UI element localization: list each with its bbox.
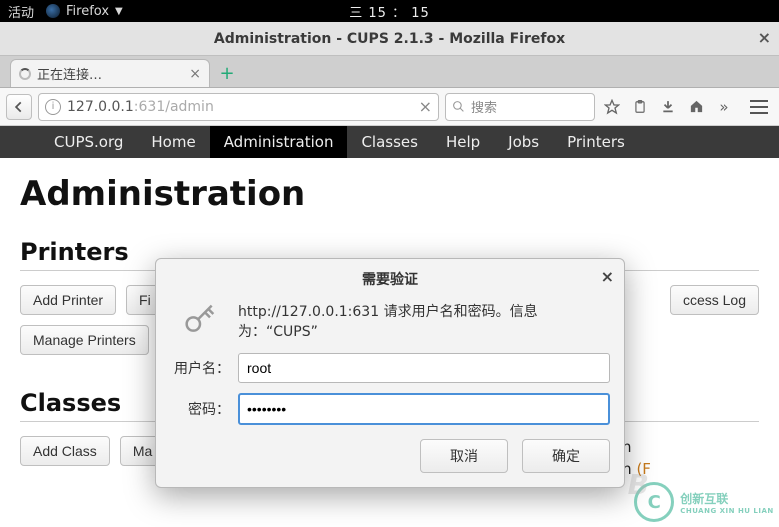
- active-app-name: Firefox: [66, 4, 109, 19]
- bookmark-star-button[interactable]: [601, 96, 623, 118]
- site-info-icon[interactable]: i: [45, 99, 61, 115]
- url-text: 127.0.0.1:631/admin: [67, 99, 214, 115]
- dialog-message: http://127.0.0.1:631 请求用户名和密码。信息为：“CUPS”: [238, 301, 610, 341]
- access-log-button[interactable]: ccess Log: [670, 285, 759, 315]
- nav-cups-org[interactable]: CUPS.org: [40, 126, 137, 158]
- star-icon: [604, 99, 620, 115]
- download-icon: [661, 100, 675, 114]
- dialog-ok-button[interactable]: 确定: [522, 439, 610, 473]
- home-button[interactable]: [685, 96, 707, 118]
- activities-button[interactable]: 活动: [8, 2, 34, 21]
- dialog-titlebar: 需要验证 ×: [156, 259, 624, 295]
- firefox-icon: [46, 4, 60, 18]
- gnome-top-bar: 活动 Firefox ▼ 三 15 ： 15: [0, 0, 779, 22]
- url-bar[interactable]: i 127.0.0.1:631/admin ×: [38, 93, 439, 121]
- nav-administration[interactable]: Administration: [210, 126, 348, 158]
- chevron-down-icon: ▼: [115, 6, 123, 17]
- window-close-button[interactable]: ×: [758, 28, 771, 47]
- window-titlebar: Administration - CUPS 2.1.3 - Mozilla Fi…: [0, 22, 779, 56]
- library-button[interactable]: [629, 96, 651, 118]
- tab-strip: 正在连接… × +: [0, 56, 779, 88]
- nav-classes[interactable]: Classes: [347, 126, 432, 158]
- password-label: 密码：: [188, 399, 230, 419]
- tab-close-button[interactable]: ×: [189, 66, 201, 82]
- navigation-toolbar: i 127.0.0.1:631/admin × 搜索 »: [0, 88, 779, 126]
- dialog-cancel-button[interactable]: 取消: [420, 439, 508, 473]
- dialog-button-row: 取消 确定: [156, 425, 624, 473]
- add-printer-button[interactable]: Add Printer: [20, 285, 116, 315]
- search-bar[interactable]: 搜索: [445, 93, 595, 121]
- clock[interactable]: 三 15 ： 15: [349, 2, 429, 21]
- manage-printers-button[interactable]: Manage Printers: [20, 325, 149, 355]
- nav-jobs[interactable]: Jobs: [494, 126, 553, 158]
- username-label: 用户名：: [174, 358, 230, 378]
- arrow-left-icon: [12, 100, 26, 114]
- active-app-indicator[interactable]: Firefox ▼: [46, 4, 123, 19]
- search-icon: [452, 100, 465, 113]
- chevron-double-right-icon: »: [719, 98, 728, 116]
- home-icon: [689, 99, 704, 114]
- nav-home[interactable]: Home: [137, 126, 209, 158]
- password-input[interactable]: [238, 393, 610, 425]
- nav-printers[interactable]: Printers: [553, 126, 639, 158]
- search-placeholder: 搜索: [471, 97, 497, 116]
- username-input[interactable]: [238, 353, 610, 383]
- nav-help[interactable]: Help: [432, 126, 494, 158]
- overflow-button[interactable]: »: [713, 96, 735, 118]
- window-title: Administration - CUPS 2.1.3 - Mozilla Fi…: [214, 31, 565, 47]
- browser-tab[interactable]: 正在连接… ×: [10, 59, 210, 87]
- loading-spinner-icon: [19, 68, 31, 80]
- back-button[interactable]: [6, 94, 32, 120]
- downloads-button[interactable]: [657, 96, 679, 118]
- cups-nav-bar: CUPS.org Home Administration Classes Hel…: [0, 126, 779, 158]
- add-class-button[interactable]: Add Class: [20, 436, 110, 466]
- auth-dialog: 需要验证 × http://127.0.0.1:631 请求用户名和密码。信息为…: [155, 258, 625, 488]
- dialog-close-button[interactable]: ×: [601, 267, 614, 286]
- tab-label: 正在连接…: [37, 64, 102, 83]
- clear-url-button[interactable]: ×: [419, 97, 432, 116]
- new-tab-button[interactable]: +: [216, 62, 238, 84]
- page-heading: Administration: [20, 174, 759, 214]
- dialog-title: 需要验证: [362, 272, 418, 288]
- hamburger-icon: [750, 100, 768, 102]
- clipboard-icon: [633, 99, 647, 115]
- key-icon: [180, 299, 220, 343]
- menu-button[interactable]: [745, 95, 773, 119]
